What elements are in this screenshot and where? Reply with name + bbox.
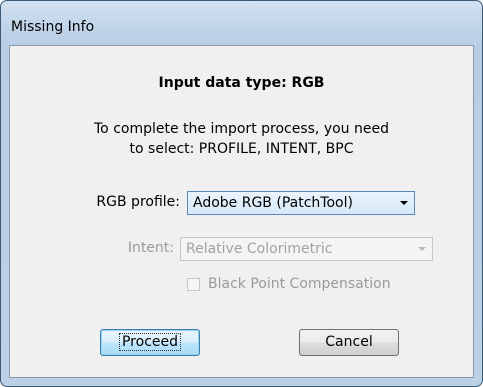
rgb-profile-select[interactable]: Adobe RGB (PatchTool) [187, 191, 415, 215]
dropdown-arrow-icon [400, 201, 408, 205]
intent-label: Intent: [127, 240, 174, 256]
cancel-button-label: Cancel [325, 334, 373, 350]
rgb-profile-label: RGB profile: [96, 194, 180, 210]
bpc-checkbox[interactable] [187, 278, 200, 291]
input-type-heading: Input data type: RGB [158, 75, 325, 91]
instruction-line-2: to select: PROFILE, INTENT, BPC [129, 141, 354, 157]
intent-select[interactable]: Relative Colorimetric [180, 237, 433, 261]
cancel-button[interactable]: Cancel [299, 329, 399, 356]
dropdown-arrow-icon [418, 247, 426, 251]
dialog-content: Input data type: RGB To complete the imp… [9, 45, 474, 378]
instruction-line-1: To complete the import process, you need [94, 121, 389, 137]
bpc-label: Black Point Compensation [208, 276, 391, 292]
dialog-window: Missing Info Input data type: RGB To com… [0, 0, 483, 387]
rgb-profile-value: Adobe RGB (PatchTool) [193, 195, 353, 211]
proceed-button-label: Proceed [118, 333, 182, 351]
instruction-message: To complete the import process, you need… [10, 119, 473, 159]
proceed-button[interactable]: Proceed [100, 329, 200, 356]
window-title: Missing Info [11, 19, 95, 35]
intent-value: Relative Colorimetric [186, 241, 333, 257]
